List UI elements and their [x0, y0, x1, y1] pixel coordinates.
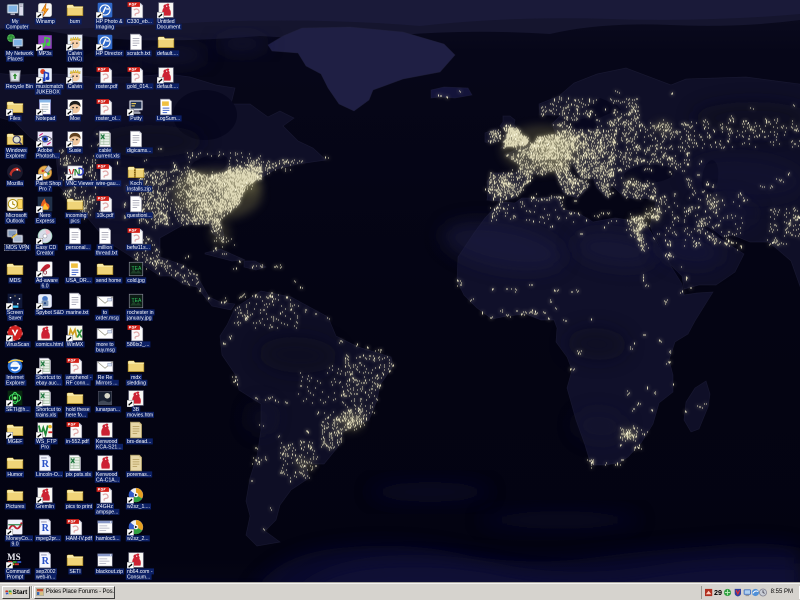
svg-text:TEA: TEA: [132, 266, 142, 272]
svg-text:R: R: [42, 523, 50, 534]
svg-text:6: 6: [43, 268, 48, 277]
svg-text:S: S: [16, 552, 21, 562]
svg-text:29: 29: [714, 588, 722, 597]
svg-text:R: R: [42, 556, 50, 567]
svg-text:R: R: [42, 459, 50, 470]
svg-text:TEA: TEA: [132, 298, 142, 304]
